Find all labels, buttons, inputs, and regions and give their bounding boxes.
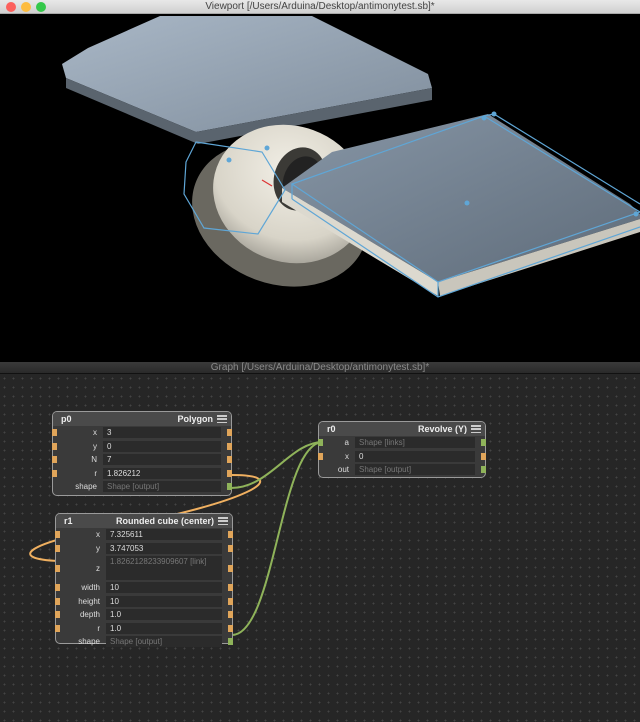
output-port[interactable]: [481, 439, 486, 447]
node-p0-polygon[interactable]: p0 Polygon x3 y0 N7 r 1.826212 shape Shape…: [52, 411, 232, 496]
input-port[interactable]: [55, 597, 60, 605]
output-port[interactable]: [228, 597, 233, 605]
output-port[interactable]: [228, 584, 233, 592]
field-row: height 10: [55, 595, 233, 609]
input-port[interactable]: [52, 469, 57, 477]
field-a-input: Shape [links]: [355, 437, 475, 449]
field-depth-input[interactable]: 1.0: [106, 609, 222, 621]
output-port[interactable]: [228, 531, 233, 539]
node-r0-kind: Revolve (Y): [417, 424, 467, 434]
node-menu-icon[interactable]: [471, 425, 481, 433]
field-row: N7: [52, 453, 232, 467]
field-height-input[interactable]: 10: [106, 595, 222, 607]
input-port[interactable]: [52, 456, 57, 464]
field-shape-output: Shape [output]: [103, 481, 221, 493]
field-y-input[interactable]: 3.747053: [106, 542, 222, 554]
node-r1-header[interactable]: r1 Rounded cube (center): [56, 514, 232, 528]
input-port[interactable]: [55, 564, 60, 572]
node-r0-id: r0: [327, 424, 336, 434]
input-port[interactable]: [52, 429, 57, 437]
input-port[interactable]: [55, 584, 60, 592]
graph-titlebar[interactable]: Graph [/Users/Arduina/Desktop/antimonyte…: [0, 362, 640, 374]
field-row: r 1.0: [55, 622, 233, 636]
node-r1-rounded-cube[interactable]: r1 Rounded cube (center) x 7.325611 y 3.74…: [55, 513, 233, 648]
input-port[interactable]: [55, 611, 60, 619]
field-row: width 10: [55, 581, 233, 595]
field-row: shape Shape [output]: [53, 480, 232, 494]
field-width-input[interactable]: 10: [106, 582, 222, 594]
node-r0-revolve[interactable]: r0 Revolve (Y) a Shape [links] x0 out Shap…: [318, 421, 486, 478]
output-port[interactable]: [227, 483, 232, 491]
zoom-button[interactable]: [36, 2, 46, 12]
viewport-3d[interactable]: [0, 14, 640, 362]
polygon-center-handle[interactable]: [226, 157, 232, 163]
node-r0-header[interactable]: r0 Revolve (Y): [319, 422, 485, 436]
viewport-scene: [62, 16, 640, 298]
node-r1-kind: Rounded cube (center): [115, 516, 214, 526]
output-port[interactable]: [227, 456, 232, 464]
field-row: x 7.325611: [55, 528, 233, 542]
output-port[interactable]: [227, 469, 232, 477]
viewport-title: Viewport [/Users/Arduina/Desktop/antimon…: [205, 1, 435, 12]
output-port[interactable]: [228, 638, 233, 646]
field-x-input[interactable]: 0: [355, 450, 475, 462]
close-button[interactable]: [6, 2, 16, 12]
output-port[interactable]: [227, 442, 232, 450]
field-row: x0: [318, 450, 486, 464]
node-r1-id: r1: [64, 516, 73, 526]
output-port[interactable]: [228, 611, 233, 619]
graph-editor[interactable]: p0 Polygon x3 y0 N7 r 1.826212 shape Shape…: [0, 374, 640, 722]
field-row: r 1.826212: [52, 467, 232, 481]
wire-r1-shape-to-r0-a[interactable]: [231, 441, 324, 636]
field-r-input[interactable]: 1.0: [106, 622, 222, 634]
cube-corner-handle-2[interactable]: [491, 111, 497, 117]
output-port[interactable]: [481, 466, 486, 474]
node-menu-icon[interactable]: [217, 415, 227, 423]
cube-edge-handle[interactable]: [633, 211, 639, 217]
field-row: y 3.747053: [55, 542, 233, 556]
node-menu-icon[interactable]: [218, 517, 228, 525]
node-p0-header[interactable]: p0 Polygon: [53, 412, 231, 426]
field-row: a Shape [links]: [318, 436, 486, 450]
node-p0-id: p0: [61, 414, 72, 424]
output-port[interactable]: [228, 564, 233, 572]
field-out-output: Shape [output]: [355, 464, 475, 476]
input-port[interactable]: [55, 624, 60, 632]
field-z-input[interactable]: 1.8262128233909607 [link]: [106, 556, 222, 580]
input-port[interactable]: [318, 452, 323, 460]
field-x-input[interactable]: 3: [103, 427, 221, 439]
node-p0-kind: Polygon: [177, 414, 214, 424]
field-r-input[interactable]: 1.826212: [103, 467, 221, 479]
field-row: z 1.8262128233909607 [link]: [55, 555, 233, 581]
output-port[interactable]: [227, 429, 232, 437]
input-port[interactable]: [55, 531, 60, 539]
field-shape-output: Shape [output]: [106, 636, 222, 648]
field-row: out Shape [output]: [319, 463, 486, 477]
graph-title: Graph [/Users/Arduina/Desktop/antimonyte…: [210, 362, 430, 373]
input-port[interactable]: [55, 544, 60, 552]
back-plate: [62, 16, 432, 144]
field-row: x3: [52, 426, 232, 440]
input-port[interactable]: [52, 442, 57, 450]
viewport-titlebar[interactable]: Viewport [/Users/Arduina/Desktop/antimon…: [0, 0, 640, 14]
polygon-radius-handle[interactable]: [264, 145, 270, 151]
cube-handle[interactable]: [464, 200, 470, 206]
field-n-input[interactable]: 7: [103, 454, 221, 466]
minimize-button[interactable]: [21, 2, 31, 12]
input-port[interactable]: [318, 439, 323, 447]
field-y-input[interactable]: 0: [103, 440, 221, 452]
output-port[interactable]: [228, 544, 233, 552]
field-row: shape Shape [output]: [56, 635, 233, 649]
cube-corner-handle[interactable]: [481, 115, 487, 121]
field-row: depth 1.0: [55, 608, 233, 622]
output-port[interactable]: [481, 452, 486, 460]
field-x-input[interactable]: 7.325611: [106, 529, 222, 541]
field-row: y0: [52, 440, 232, 454]
output-port[interactable]: [228, 624, 233, 632]
